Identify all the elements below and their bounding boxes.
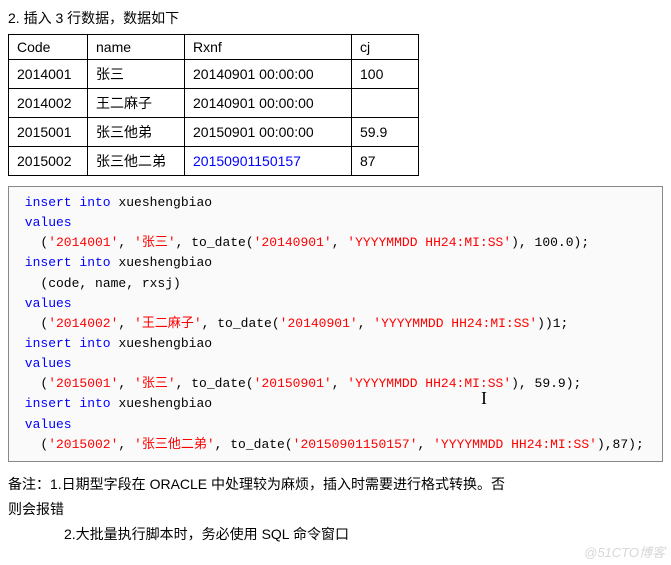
cell-cj: 87 [352,147,419,176]
th-code: Code [9,35,88,60]
table-row: 2014001 张三 20140901 00:00:00 100 [9,60,419,89]
table-row: 2015002 张三他二弟 20150901150157 87 [9,147,419,176]
col-list: (code, name, rxsj) [40,276,180,291]
fn-to-date: to_date [191,235,246,250]
lit-cj: 87 [613,437,629,452]
tbl-name: xueshengbiao [118,396,212,411]
notes-block: 备注：1.日期型字段在 ORACLE 中处理较为麻烦，插入时需要进行格式转换。否… [8,472,663,548]
tbl-name: xueshengbiao [118,255,212,270]
kw-values: values [25,215,72,230]
cell-name: 张三他二弟 [88,147,185,176]
note-line: 备注：1.日期型字段在 ORACLE 中处理较为麻烦，插入时需要进行格式转换。否 [8,472,663,497]
th-name: name [88,35,185,60]
section-heading: 2. 插入 3 行数据，数据如下 [8,8,663,28]
fn-to-date: to_date [217,316,272,331]
lit-cj: 100.0 [535,235,574,250]
lit-fmt: 'YYYYMMDD HH24:MI:SS' [347,235,511,250]
sql-code-block: insert into xueshengbiao values ('201400… [8,186,663,462]
kw-values: values [25,356,72,371]
cell-code: 2014001 [9,60,88,89]
cell-code: 2015002 [9,147,88,176]
lit-name: '张三' [134,235,176,250]
lit-code: '2015001' [48,376,118,391]
note-line: 则会报错 [8,497,663,522]
cell-rxnf: 20140901 00:00:00 [185,89,352,118]
note-text: 1.日期型字段在 ORACLE 中处理较为麻烦，插入时需要进行格式转换。否 [50,476,505,492]
lit-code: '2014001' [48,235,118,250]
tbl-name: xueshengbiao [118,195,212,210]
lit-code: '2014002' [48,316,118,331]
table-row: 2014002 王二麻子 20140901 00:00:00 [9,89,419,118]
kw-insert: insert into [25,195,111,210]
stmt2-tail: )1; [545,316,568,331]
data-table: Code name Rxnf cj 2014001 张三 20140901 00… [8,34,419,176]
lit-code: '2015002' [48,437,118,452]
cell-cj: 59.9 [352,118,419,147]
lit-date: '20150901' [254,376,332,391]
cell-name: 王二麻子 [88,89,185,118]
lit-date: '20140901' [254,235,332,250]
kw-insert: insert into [25,396,111,411]
cell-cj [352,89,419,118]
cell-rxnf: 20150901150157 [185,147,352,176]
cell-rxnf: 20150901 00:00:00 [185,118,352,147]
cell-code: 2014002 [9,89,88,118]
cell-name: 张三他弟 [88,118,185,147]
lit-cj: 59.9 [535,376,566,391]
lit-date: '20150901150157' [293,437,418,452]
note-line: 2.大批量执行脚本时，务必使用 SQL 命令窗口 [8,522,663,547]
cell-name: 张三 [88,60,185,89]
text-cursor-icon: I [481,385,487,413]
kw-values: values [25,417,72,432]
lit-fmt: 'YYYYMMDD HH24:MI:SS' [373,316,537,331]
lit-name: '张三' [134,376,176,391]
fn-to-date: to_date [191,376,246,391]
lit-date: '20140901' [280,316,358,331]
table-header-row: Code name Rxnf cj [9,35,419,60]
lit-fmt: 'YYYYMMDD HH24:MI:SS' [433,437,597,452]
lit-name: '张三他二弟' [134,437,215,452]
kw-values: values [25,296,72,311]
tbl-name: xueshengbiao [118,336,212,351]
cell-rxnf: 20140901 00:00:00 [185,60,352,89]
lit-name: '王二麻子' [134,316,202,331]
kw-insert: insert into [25,336,111,351]
table-row: 2015001 张三他弟 20150901 00:00:00 59.9 [9,118,419,147]
kw-insert: insert into [25,255,111,270]
note-prefix: 备注： [8,476,50,492]
th-rxnf: Rxnf [185,35,352,60]
cell-code: 2015001 [9,118,88,147]
th-cj: cj [352,35,419,60]
note-text: 2.大批量执行脚本时，务必使用 SQL 命令窗口 [64,526,349,542]
cell-cj: 100 [352,60,419,89]
fn-to-date: to_date [230,437,285,452]
